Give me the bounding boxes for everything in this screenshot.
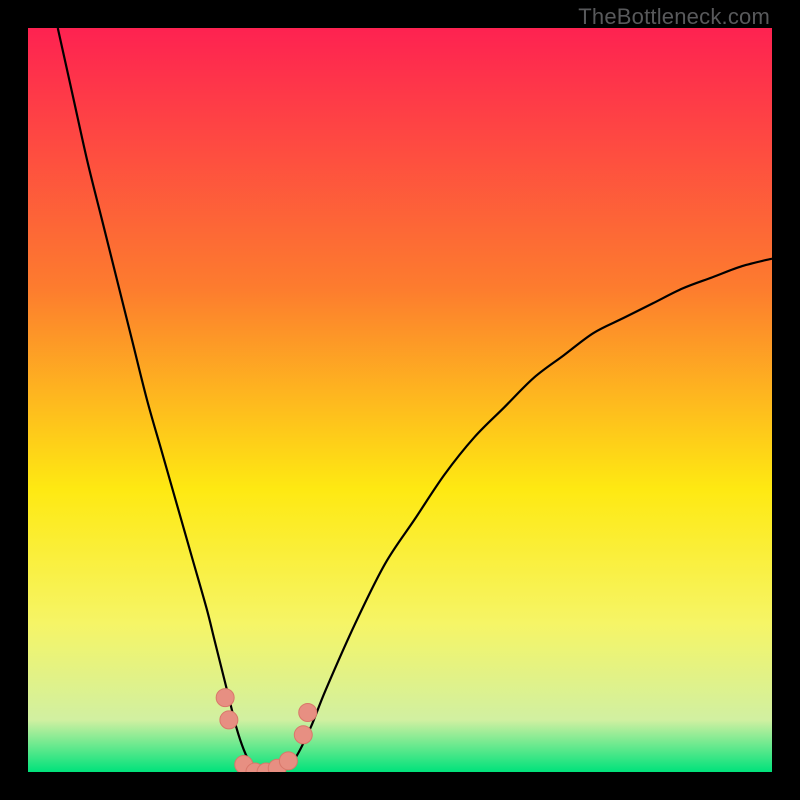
curve-marker	[216, 689, 234, 707]
chart-frame	[28, 28, 772, 772]
watermark-text: TheBottleneck.com	[578, 4, 770, 30]
chart-background	[28, 28, 772, 772]
curve-marker	[294, 726, 312, 744]
bottleneck-chart	[28, 28, 772, 772]
curve-marker	[299, 703, 317, 721]
curve-marker	[279, 752, 297, 770]
curve-marker	[220, 711, 238, 729]
